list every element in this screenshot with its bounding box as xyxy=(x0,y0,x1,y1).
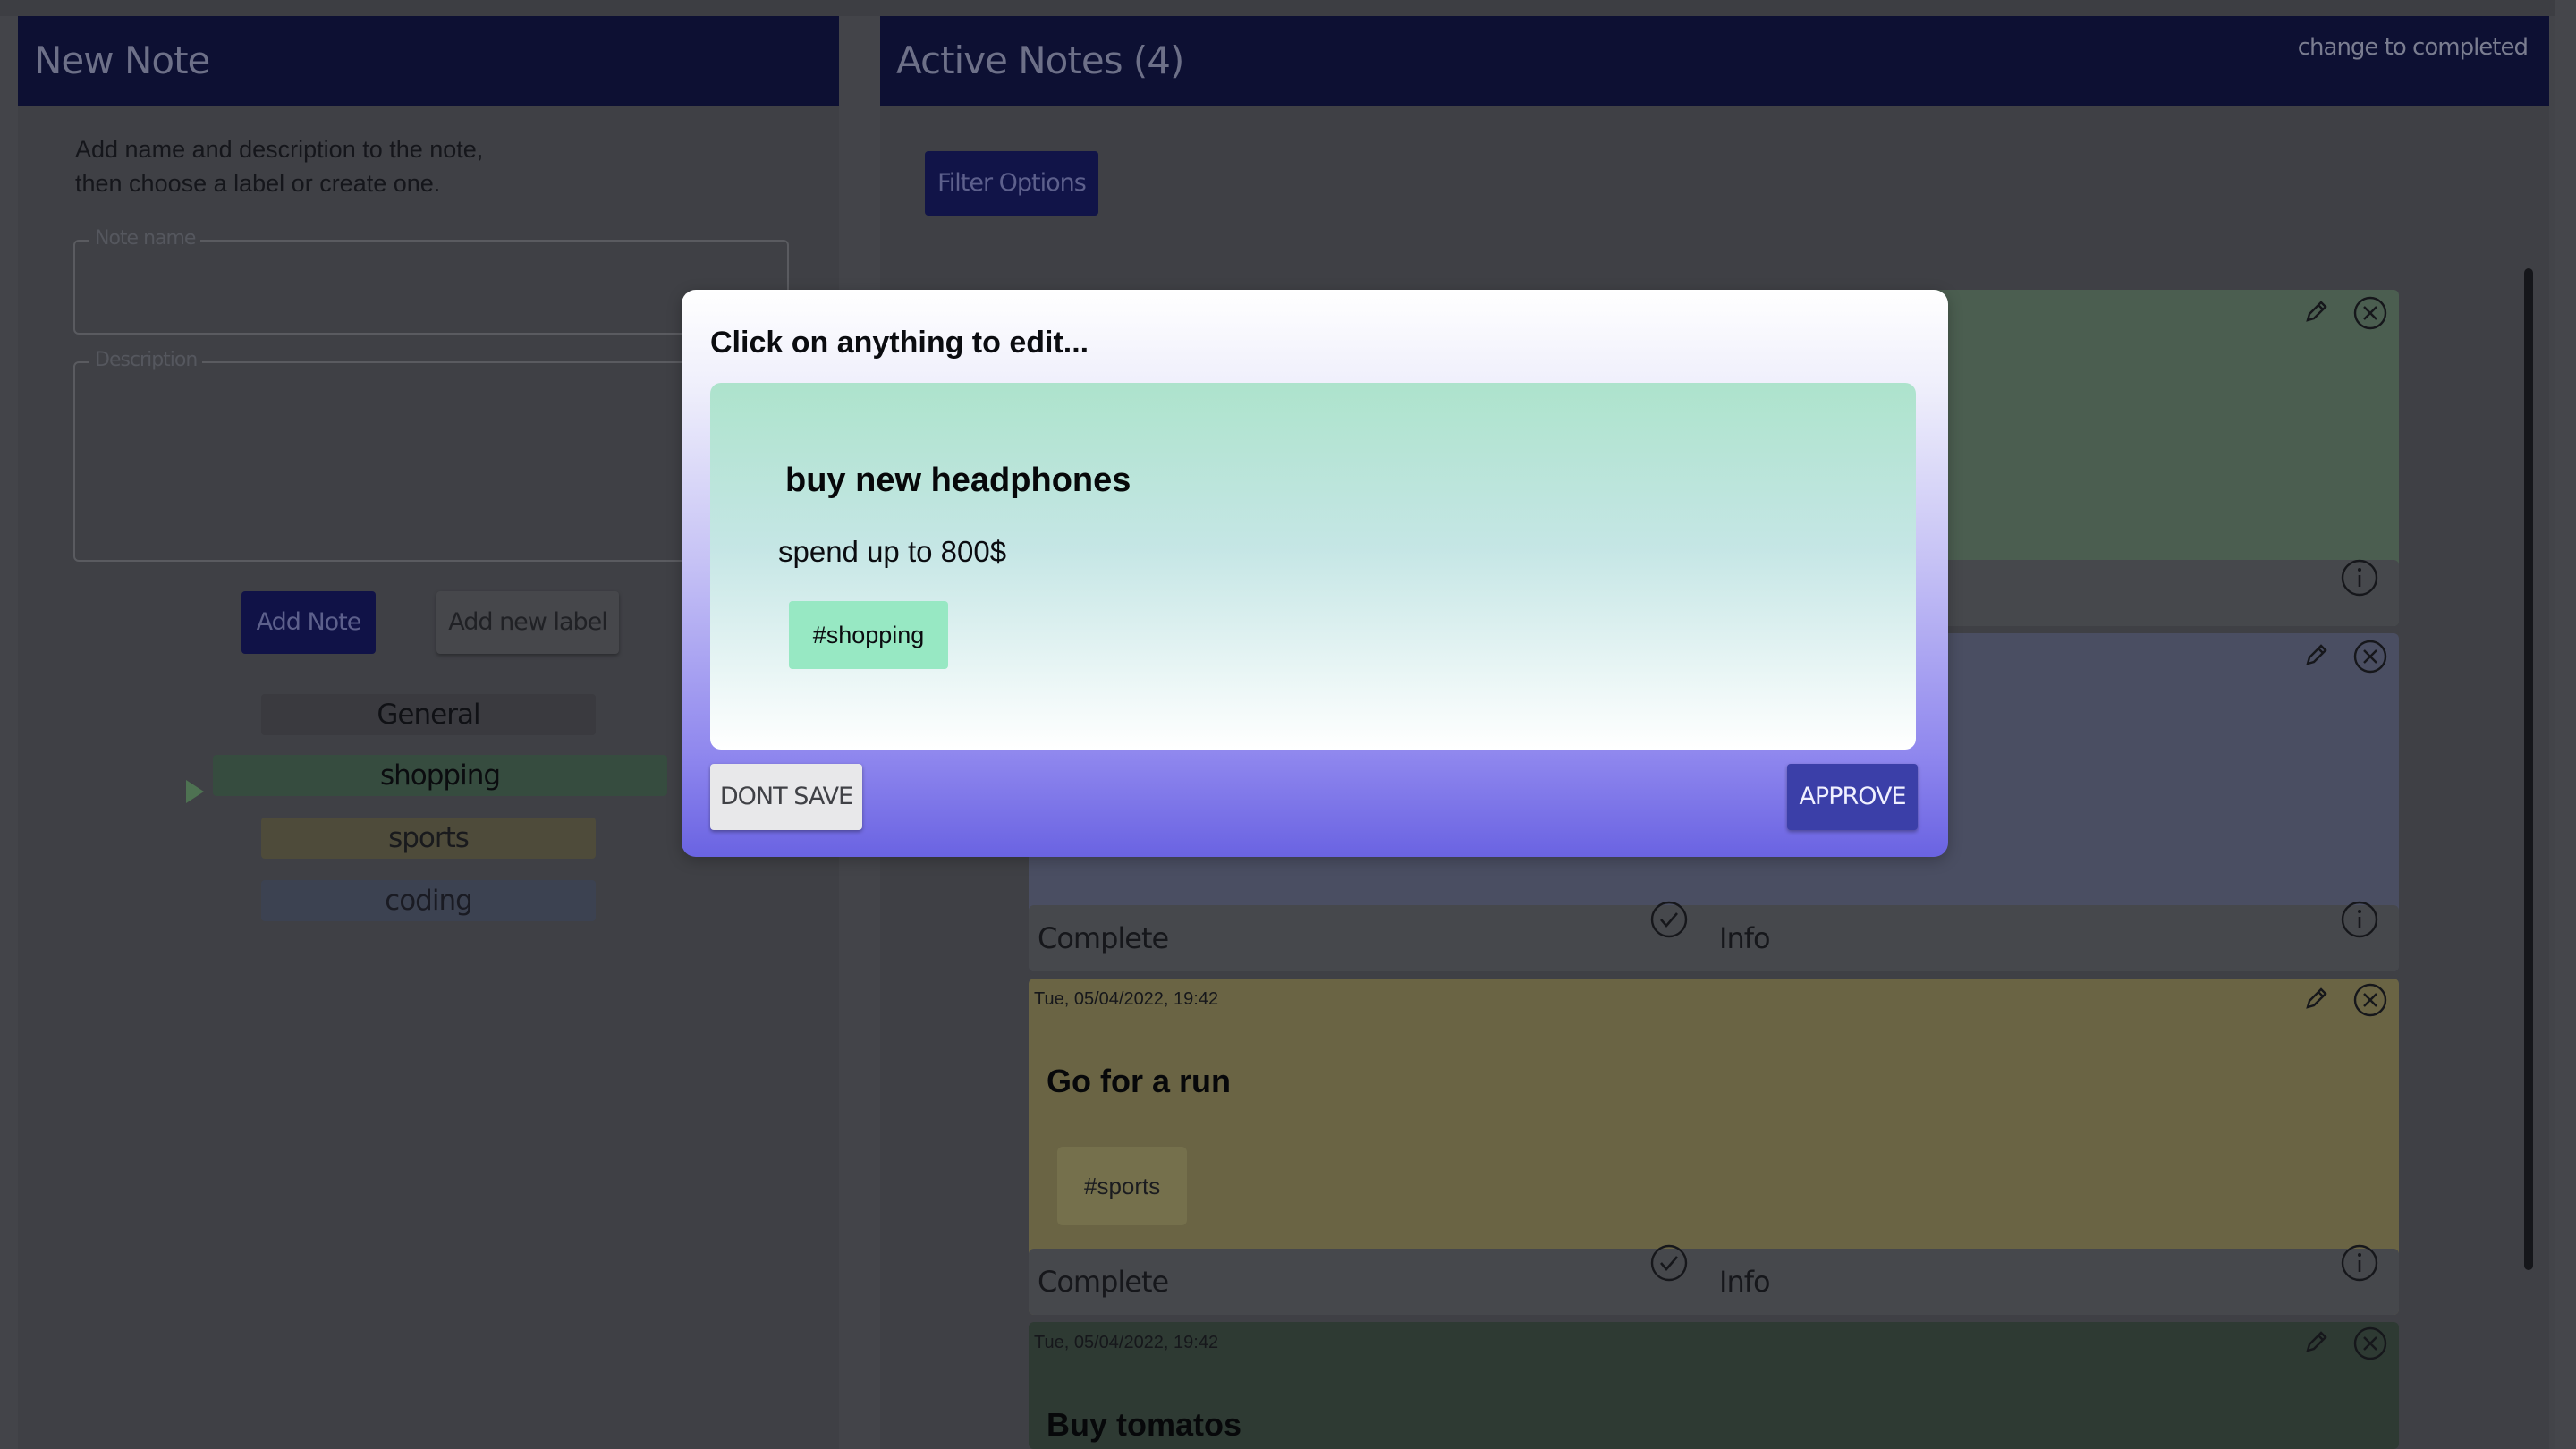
approve-button[interactable]: APPROVE xyxy=(1787,764,1918,830)
modal-title: Click on anything to edit... xyxy=(710,326,1089,360)
note-tag-editable[interactable]: #shopping xyxy=(789,601,948,669)
note-title-editable[interactable]: buy new headphones xyxy=(785,462,1131,500)
note-description-editable[interactable]: spend up to 800$ xyxy=(778,535,1006,569)
edit-note-modal: Click on anything to edit... buy new hea… xyxy=(682,290,1948,857)
note-preview-card: buy new headphones spend up to 800$ #sho… xyxy=(710,383,1916,750)
dont-save-button[interactable]: DONT SAVE xyxy=(710,764,862,830)
